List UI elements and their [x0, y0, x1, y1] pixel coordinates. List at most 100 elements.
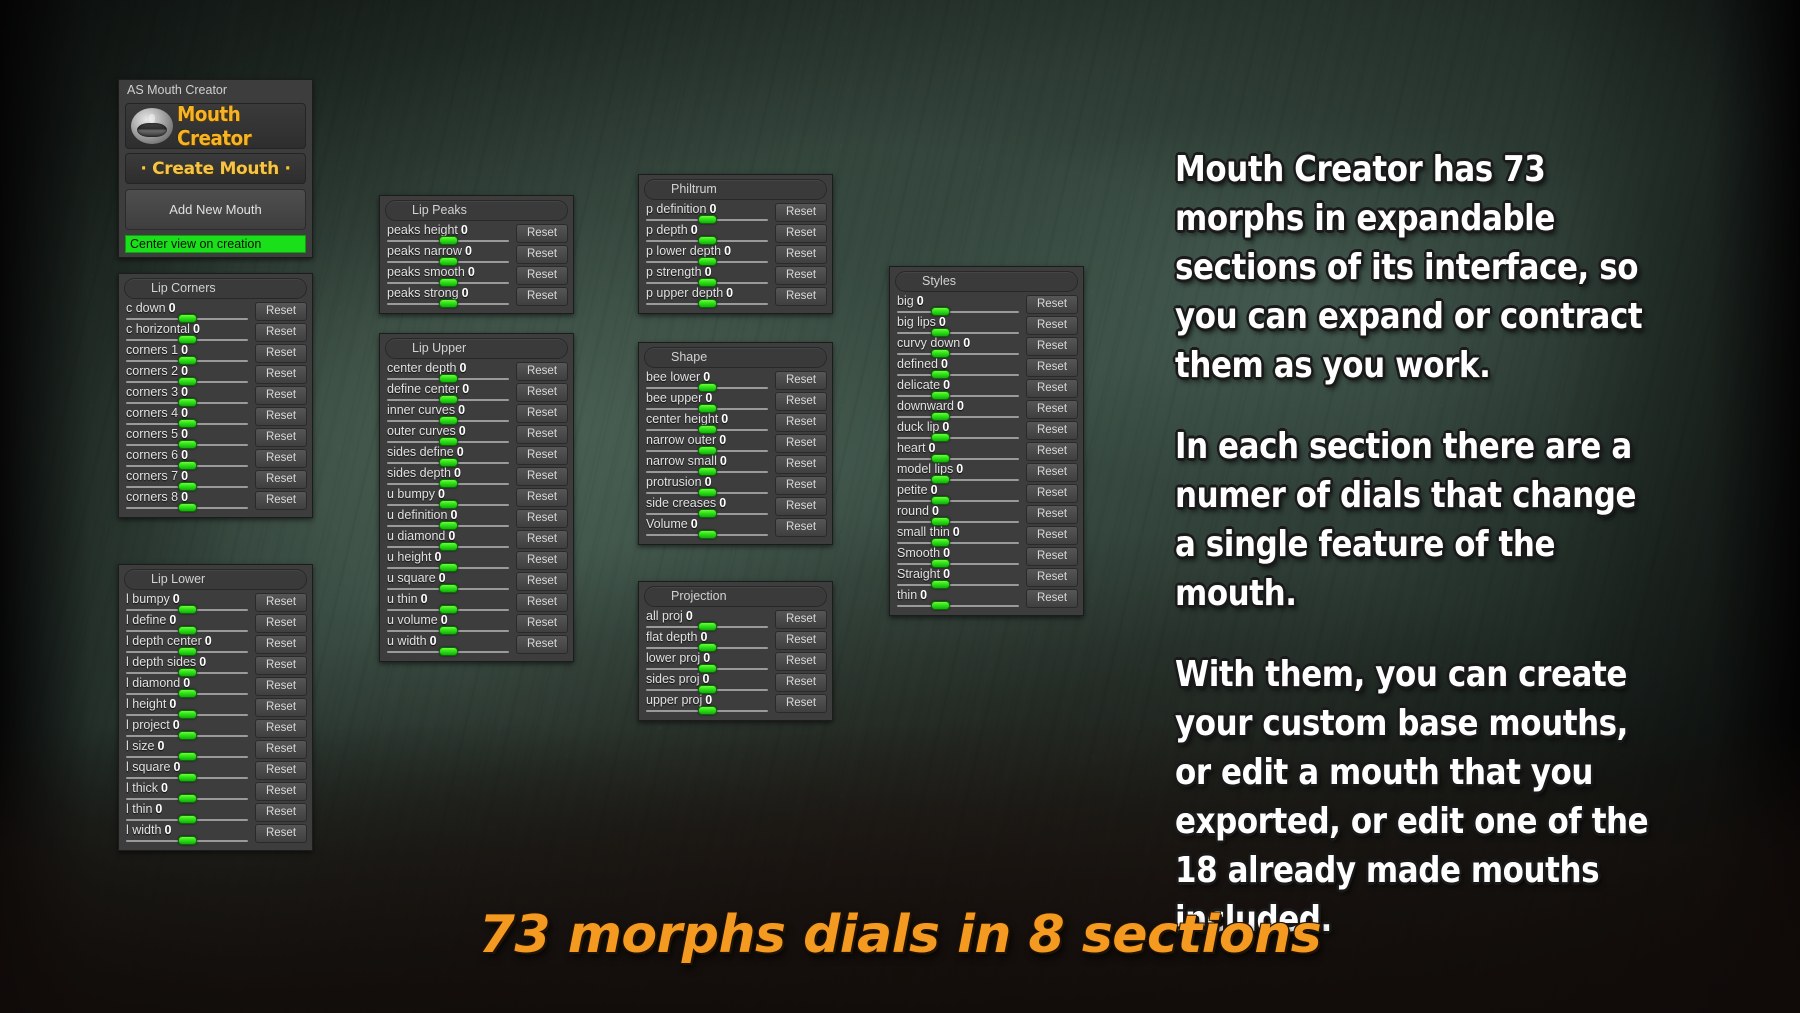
- section-header-projection[interactable]: Projection: [644, 586, 827, 607]
- dial-slider-l-height[interactable]: l height 0: [124, 697, 250, 719]
- dial-slider-sides-proj[interactable]: sides proj 0: [644, 672, 770, 694]
- reset-button[interactable]: Reset: [516, 245, 568, 264]
- reset-button[interactable]: Reset: [516, 224, 568, 243]
- reset-button[interactable]: Reset: [775, 673, 827, 692]
- dial-slider-p-definition[interactable]: p definition 0: [644, 202, 770, 224]
- reset-button[interactable]: Reset: [775, 497, 827, 516]
- reset-button[interactable]: Reset: [516, 383, 568, 402]
- dial-slider-Straight[interactable]: Straight 0: [895, 567, 1021, 589]
- reset-button[interactable]: Reset: [775, 455, 827, 474]
- dial-handle[interactable]: [178, 710, 197, 719]
- reset-button[interactable]: Reset: [775, 518, 827, 537]
- dial-track[interactable]: [897, 311, 1019, 313]
- dial-slider-petite[interactable]: petite 0: [895, 483, 1021, 505]
- dial-slider-Volume[interactable]: Volume 0: [644, 517, 770, 539]
- reset-button[interactable]: Reset: [516, 614, 568, 633]
- add-new-mouth-button[interactable]: Add New Mouth: [125, 189, 306, 230]
- dial-handle[interactable]: [178, 836, 197, 845]
- dial-slider-peaks-smooth[interactable]: peaks smooth 0: [385, 265, 511, 287]
- dial-slider-corners-2[interactable]: corners 20: [124, 364, 250, 386]
- dial-slider-outer-curves[interactable]: outer curves 0: [385, 424, 511, 446]
- reset-button[interactable]: Reset: [255, 824, 307, 843]
- dial-slider-l-size[interactable]: l size 0: [124, 739, 250, 761]
- dial-slider-l-square[interactable]: l square 0: [124, 760, 250, 782]
- dial-handle[interactable]: [439, 647, 458, 656]
- reset-button[interactable]: Reset: [775, 476, 827, 495]
- dial-slider-u-diamond[interactable]: u diamond 0: [385, 529, 511, 551]
- reset-button[interactable]: Reset: [1026, 589, 1078, 608]
- dial-track[interactable]: [897, 437, 1019, 439]
- dial-handle[interactable]: [178, 689, 197, 698]
- reset-button[interactable]: Reset: [1026, 547, 1078, 566]
- dial-slider-define-center[interactable]: define center 0: [385, 382, 511, 404]
- reset-button[interactable]: Reset: [516, 446, 568, 465]
- dial-slider-center-depth[interactable]: center depth 0: [385, 361, 511, 383]
- reset-button[interactable]: Reset: [516, 572, 568, 591]
- dial-slider-big-lips[interactable]: big lips 0: [895, 315, 1021, 337]
- dial-slider-l-depth-sides[interactable]: l depth sides 0: [124, 655, 250, 677]
- dial-slider-u-height[interactable]: u height 0: [385, 550, 511, 572]
- dial-handle[interactable]: [698, 530, 717, 539]
- dial-slider-l-define[interactable]: l define 0: [124, 613, 250, 635]
- reset-button[interactable]: Reset: [516, 404, 568, 423]
- dial-slider-corners-6[interactable]: corners 60: [124, 448, 250, 470]
- reset-button[interactable]: Reset: [775, 652, 827, 671]
- dial-slider-round[interactable]: round 0: [895, 504, 1021, 526]
- dial-handle[interactable]: [439, 584, 458, 593]
- dial-slider-lower-proj[interactable]: lower proj 0: [644, 651, 770, 673]
- reset-button[interactable]: Reset: [255, 491, 307, 510]
- dial-handle[interactable]: [178, 752, 197, 761]
- dial-handle[interactable]: [178, 815, 197, 824]
- dial-slider-model-lips[interactable]: model lips 0: [895, 462, 1021, 484]
- reset-button[interactable]: Reset: [255, 323, 307, 342]
- reset-button[interactable]: Reset: [775, 694, 827, 713]
- dial-slider-protrusion[interactable]: protrusion 0: [644, 475, 770, 497]
- dial-slider-l-diamond[interactable]: l diamond 0: [124, 676, 250, 698]
- dial-slider-center-height[interactable]: center height 0: [644, 412, 770, 434]
- dial-track[interactable]: [897, 332, 1019, 334]
- reset-button[interactable]: Reset: [775, 203, 827, 222]
- dial-slider-p-lower-depth[interactable]: p lower depth 0: [644, 244, 770, 266]
- dial-slider-big[interactable]: big 0: [895, 294, 1021, 316]
- dial-track[interactable]: [897, 605, 1019, 607]
- dial-track[interactable]: [897, 521, 1019, 523]
- dial-slider-sides-depth[interactable]: sides depth 0: [385, 466, 511, 488]
- dial-slider-Smooth[interactable]: Smooth 0: [895, 546, 1021, 568]
- dial-slider-sides-define[interactable]: sides define 0: [385, 445, 511, 467]
- reset-button[interactable]: Reset: [255, 656, 307, 675]
- reset-button[interactable]: Reset: [1026, 442, 1078, 461]
- dial-track[interactable]: [897, 353, 1019, 355]
- reset-button[interactable]: Reset: [1026, 379, 1078, 398]
- reset-button[interactable]: Reset: [1026, 358, 1078, 377]
- dial-slider-corners-1[interactable]: corners 10: [124, 343, 250, 365]
- reset-button[interactable]: Reset: [516, 266, 568, 285]
- dial-slider-c-down[interactable]: c down 0: [124, 301, 250, 323]
- dial-slider-delicate[interactable]: delicate 0: [895, 378, 1021, 400]
- dial-slider-small-thin[interactable]: small thin 0: [895, 525, 1021, 547]
- dial-slider-duck-lip[interactable]: duck lip 0: [895, 420, 1021, 442]
- dial-handle[interactable]: [698, 706, 717, 715]
- reset-button[interactable]: Reset: [1026, 505, 1078, 524]
- dial-handle[interactable]: [178, 773, 197, 782]
- section-header-lip-peaks[interactable]: Lip Peaks: [385, 200, 568, 221]
- dial-track[interactable]: [897, 563, 1019, 565]
- dial-slider-upper-proj[interactable]: upper proj 0: [644, 693, 770, 715]
- reset-button[interactable]: Reset: [516, 488, 568, 507]
- reset-button[interactable]: Reset: [1026, 295, 1078, 314]
- create-mouth-button[interactable]: · Create Mouth ·: [125, 153, 306, 184]
- reset-button[interactable]: Reset: [255, 803, 307, 822]
- dial-handle[interactable]: [439, 542, 458, 551]
- reset-button[interactable]: Reset: [255, 677, 307, 696]
- reset-button[interactable]: Reset: [1026, 316, 1078, 335]
- reset-button[interactable]: Reset: [1026, 463, 1078, 482]
- dial-slider-corners-7[interactable]: corners 70: [124, 469, 250, 491]
- reset-button[interactable]: Reset: [255, 761, 307, 780]
- dial-slider-corners-5[interactable]: corners 50: [124, 427, 250, 449]
- reset-button[interactable]: Reset: [775, 266, 827, 285]
- reset-button[interactable]: Reset: [1026, 400, 1078, 419]
- reset-button[interactable]: Reset: [775, 434, 827, 453]
- dial-slider-p-strength[interactable]: p strength 0: [644, 265, 770, 287]
- dial-slider-u-volume[interactable]: u volume 0: [385, 613, 511, 635]
- dial-slider-p-depth[interactable]: p depth 0: [644, 223, 770, 245]
- dial-track[interactable]: [897, 542, 1019, 544]
